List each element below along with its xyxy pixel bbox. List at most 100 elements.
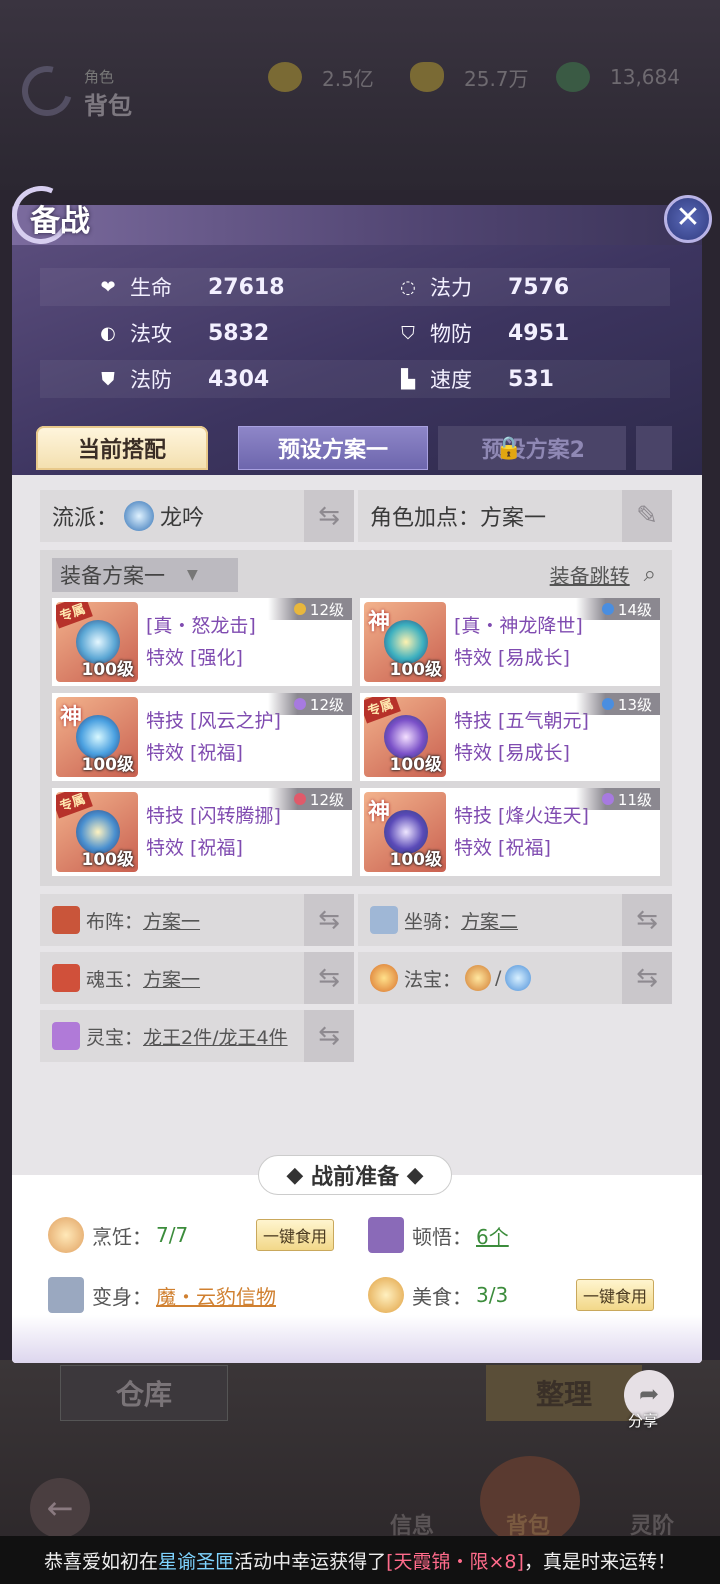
spirit-box-icon: [52, 1022, 80, 1050]
gem-level-badge: 13级: [575, 693, 660, 715]
prep-title: ◆ 战前准备 ◆: [258, 1155, 452, 1195]
equipment-effect: 特效 [易成长]: [454, 647, 570, 669]
battle-prep-modal: ❤ 生命 27618 ◌ 法力 7576 ◐ 法攻 5832 ⛉ 物防 4951 ⛊ 法防 4304…: [12, 205, 702, 1363]
equipment-text: 特技 [五气朝元] 特效 [易成长]: [454, 705, 589, 769]
equipment-card[interactable]: 专属 100级 [真・怒龙击] 特效 [强化] 12级: [52, 598, 352, 686]
gem-icon: [293, 793, 306, 805]
tab-current[interactable]: 当前搭配: [36, 426, 208, 470]
transform-item: 变身： 魔・云豹信物: [48, 1272, 348, 1318]
fist-icon: ◐: [100, 322, 116, 344]
insight-item: 顿悟： 6个: [368, 1212, 668, 1258]
bag-title: 背包: [84, 92, 132, 120]
school-field: 流派： 龙吟 ⇆: [40, 490, 354, 542]
warehouse-button[interactable]: 仓库: [60, 1365, 228, 1421]
swap-icon[interactable]: ⇆: [622, 952, 672, 1004]
equipment-text: 特技 [风云之护] 特效 [祝福]: [146, 705, 281, 769]
equipment-effect: 特效 [强化]: [146, 647, 243, 669]
stats-panel: ❤ 生命 27618 ◌ 法力 7576 ◐ 法攻 5832 ⛉ 物防 4951 ⛊ 法防 4304…: [40, 268, 670, 406]
equipment-icon: 专属 100级: [364, 697, 446, 777]
swap-icon[interactable]: ⇆: [304, 1010, 354, 1062]
equipment-grid: 专属 100级 [真・怒龙击] 特效 [强化] 12级神 100级 [真・神龙降世] 特效 […: [52, 598, 660, 883]
close-icon[interactable]: ✕: [664, 195, 712, 243]
equipment-skill: 特技 [风云之护]: [146, 710, 281, 732]
gem-icon: [293, 698, 306, 710]
modal-content: 流派： 龙吟 ⇆ 角色加点： 方案一 ✎ 装备方案一 ▼ 装备跳转 ⌕ 专属 100级 [真…: [40, 490, 672, 1068]
food-item: 美食： 3/3 一键食用: [368, 1272, 668, 1318]
spirit-treasure-field: 灵宝： 龙王2件/龙王4件 ⇆: [40, 1010, 354, 1062]
gem-icon: [293, 603, 306, 615]
bun-icon: [48, 1217, 84, 1253]
back-arrow-icon[interactable]: ←: [30, 1478, 90, 1538]
equip-jump-link[interactable]: 装备跳转 ⌕: [550, 560, 656, 589]
cooking-item: 烹饪： 7/7 一键食用: [48, 1212, 348, 1258]
soul-jade-field: 魂玉： 方案一 ⇆: [40, 952, 354, 1004]
chevron-down-icon: ▼: [187, 567, 198, 583]
search-icon: ⌕: [643, 562, 656, 587]
equipment-tag: 神: [60, 705, 83, 730]
equipment-card[interactable]: 神 100级 [真・神龙降世] 特效 [易成长] 14级: [360, 598, 660, 686]
equipment-tag: 神: [368, 800, 391, 825]
points-field: 角色加点： 方案一 ✎: [358, 490, 672, 542]
ingot-icon: [410, 62, 444, 92]
eat-all-button[interactable]: 一键食用: [256, 1219, 335, 1251]
coin-icon: [268, 62, 302, 92]
mount-field: 坐骑： 方案二 ⇆: [358, 894, 672, 946]
eat-all-button[interactable]: 一键食用: [576, 1279, 655, 1311]
equipment-skill: 特技 [五气朝元]: [454, 710, 589, 732]
currency-ingot: 25.7万: [410, 62, 529, 92]
equipment-icon: 专属 100级: [56, 602, 138, 682]
formation-field: 布阵： 方案一 ⇆: [40, 894, 354, 946]
equipment-skill: [真・怒龙击]: [146, 615, 256, 637]
equipment-card[interactable]: 专属 100级 特技 [五气朝元] 特效 [易成长] 13级: [360, 693, 660, 781]
equipment-panel: 装备方案一 ▼ 装备跳转 ⌕ 专属 100级 [真・怒龙击] 特效 [强化] 12级神 100…: [40, 550, 672, 886]
tab-preset-1[interactable]: 预设方案一: [238, 426, 428, 470]
shield-icon: ⛉: [401, 322, 415, 344]
equipment-level: 100级: [389, 850, 443, 870]
gem-level-badge: 14级: [575, 598, 660, 620]
brush-icon[interactable]: ✎: [622, 490, 672, 542]
prep-row: 变身： 魔・云豹信物 美食： 3/3 一键食用: [48, 1272, 668, 1318]
sort-button[interactable]: 整理: [486, 1365, 642, 1421]
equipment-icon: 神 100级: [56, 697, 138, 777]
treasure-icon: [370, 964, 398, 992]
equipment-level: 100级: [389, 755, 443, 775]
share-label: 分享: [628, 1412, 659, 1430]
misc-settings: 布阵： 方案一 ⇆ 坐骑： 方案二 ⇆ 魂玉： 方案一 ⇆ 法宝： / ⇆ 灵宝： 龙王…: [40, 894, 672, 1068]
treasure-field: 法宝： / ⇆: [358, 952, 672, 1004]
orb-icon: [505, 965, 532, 991]
gem-level-badge: 12级: [267, 693, 352, 715]
gem-icon: [601, 603, 614, 615]
equipment-skill: 特技 [闪转腾挪]: [146, 805, 281, 827]
lock-icon: 🔒: [494, 435, 523, 461]
equipment-icon: 神 100级: [364, 792, 446, 872]
equipment-effect: 特效 [祝福]: [146, 742, 243, 764]
prep-footer-decor: [12, 1315, 702, 1363]
equipment-effect: 特效 [祝福]: [146, 837, 243, 859]
equipment-text: 特技 [闪转腾挪] 特效 [祝福]: [146, 800, 281, 864]
currency-jade: 13,684: [556, 62, 680, 92]
tab-preset-3[interactable]: [636, 426, 672, 470]
equip-plan-dropdown[interactable]: 装备方案一 ▼: [52, 558, 238, 592]
equipment-tag: 神: [368, 610, 391, 635]
equipment-card[interactable]: 神 100级 特技 [烽火连天] 特效 [祝福] 11级: [360, 788, 660, 876]
armor-icon: ⛊: [101, 368, 115, 390]
swap-icon[interactable]: ⇆: [622, 894, 672, 946]
swap-icon[interactable]: ⇆: [304, 894, 354, 946]
mount-icon: [370, 906, 398, 934]
boot-icon: ▙: [401, 368, 415, 390]
equipment-effect: 特效 [祝福]: [454, 837, 551, 859]
swap-icon[interactable]: ⇆: [304, 490, 354, 542]
gem-level-badge: 12级: [267, 788, 352, 810]
gem-icon: [601, 793, 614, 805]
equipment-card[interactable]: 专属 100级 特技 [闪转腾挪] 特效 [祝福] 12级: [52, 788, 352, 876]
heart-icon: ❤: [100, 276, 116, 298]
equipment-level: 100级: [81, 755, 135, 775]
swap-icon[interactable]: ⇆: [304, 952, 354, 1004]
gem-level-badge: 12级: [267, 598, 352, 620]
transform-icon: [48, 1277, 84, 1313]
equipment-card[interactable]: 神 100级 特技 [风云之护] 特效 [祝福] 12级: [52, 693, 352, 781]
stat-row: ⛊ 法防 4304 ▙ 速度 531: [40, 360, 670, 398]
tab-preset-2[interactable]: 预设方案2 🔒: [438, 426, 626, 470]
equipment-text: 特技 [烽火连天] 特效 [祝福]: [454, 800, 589, 864]
equipment-effect: 特效 [易成长]: [454, 742, 570, 764]
